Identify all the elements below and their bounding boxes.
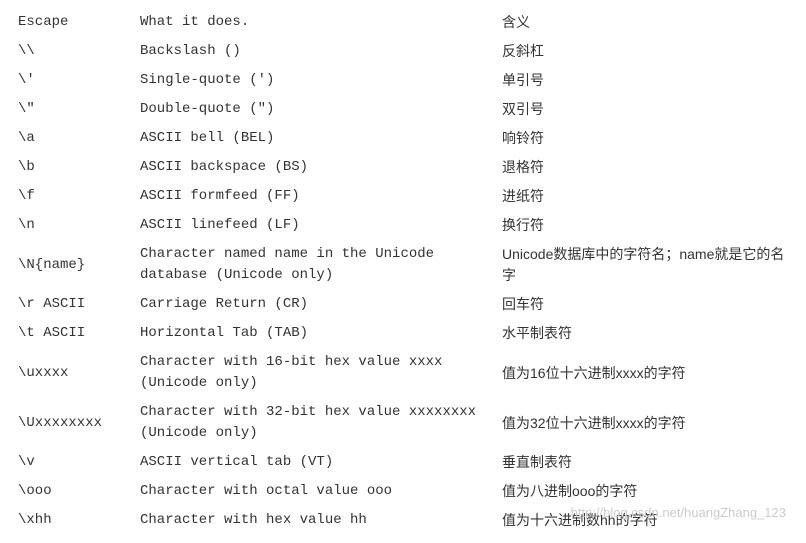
table-row: \t ASCII Horizontal Tab (TAB) 水平制表符 (12, 319, 794, 348)
cell-cn: 值为32位十六进制xxxx的字符 (496, 398, 794, 448)
cell-escape: \Uxxxxxxxx (12, 398, 134, 448)
cell-desc: Carriage Return (CR) (134, 290, 496, 319)
cell-cn: Unicode数据库中的字符名；name就是它的名字 (496, 240, 794, 290)
cell-cn: 值为八进制ooo的字符 (496, 477, 794, 506)
cell-escape: \a (12, 124, 134, 153)
cell-cn: 回车符 (496, 290, 794, 319)
cell-escape: \t ASCII (12, 319, 134, 348)
table-row: \" Double-quote (") 双引号 (12, 95, 794, 124)
cell-escape: \v (12, 448, 134, 477)
cell-desc: Character with hex value hh (134, 506, 496, 535)
table-row: \f ASCII formfeed (FF) 进纸符 (12, 182, 794, 211)
cell-cn: 值为16位十六进制xxxx的字符 (496, 348, 794, 398)
table-row: \a ASCII bell (BEL) 响铃符 (12, 124, 794, 153)
cell-cn: 垂直制表符 (496, 448, 794, 477)
cell-desc: Character named name in the Unicode data… (134, 240, 496, 290)
cell-cn: 反斜杠 (496, 37, 794, 66)
cell-desc: ASCII bell (BEL) (134, 124, 496, 153)
cell-cn: 换行符 (496, 211, 794, 240)
cell-escape: \N{name} (12, 240, 134, 290)
cell-cn: 响铃符 (496, 124, 794, 153)
cell-desc: ASCII vertical tab (VT) (134, 448, 496, 477)
table-row: \xhh Character with hex value hh 值为十六进制数… (12, 506, 794, 535)
cell-escape: \xhh (12, 506, 134, 535)
cell-cn: 进纸符 (496, 182, 794, 211)
table-row: \' Single-quote (') 单引号 (12, 66, 794, 95)
cell-desc: ASCII formfeed (FF) (134, 182, 496, 211)
table-row: \n ASCII linefeed (LF) 换行符 (12, 211, 794, 240)
cell-cn: 值为十六进制数hh的字符 (496, 506, 794, 535)
table-row: \ooo Character with octal value ooo 值为八进… (12, 477, 794, 506)
cell-escape: \f (12, 182, 134, 211)
cell-desc: Single-quote (') (134, 66, 496, 95)
table-row: \uxxxx Character with 16-bit hex value x… (12, 348, 794, 398)
table-header-row: Escape What it does. 含义 (12, 8, 794, 37)
cell-desc: Horizontal Tab (TAB) (134, 319, 496, 348)
cell-desc: Character with octal value ooo (134, 477, 496, 506)
cell-desc: ASCII linefeed (LF) (134, 211, 496, 240)
cell-escape: \\ (12, 37, 134, 66)
table-row: \r ASCII Carriage Return (CR) 回车符 (12, 290, 794, 319)
cell-desc: ASCII backspace (BS) (134, 153, 496, 182)
cell-escape: \b (12, 153, 134, 182)
table-row: \v ASCII vertical tab (VT) 垂直制表符 (12, 448, 794, 477)
cell-escape: \r ASCII (12, 290, 134, 319)
cell-desc: Character with 32-bit hex value xxxxxxxx… (134, 398, 496, 448)
cell-escape: \' (12, 66, 134, 95)
header-cn: 含义 (496, 8, 794, 37)
cell-escape: \uxxxx (12, 348, 134, 398)
table-row: \Uxxxxxxxx Character with 32-bit hex val… (12, 398, 794, 448)
cell-escape: \n (12, 211, 134, 240)
header-escape: Escape (12, 8, 134, 37)
cell-escape: \ooo (12, 477, 134, 506)
cell-cn: 双引号 (496, 95, 794, 124)
cell-desc: Double-quote (") (134, 95, 496, 124)
cell-desc: Character with 16-bit hex value xxxx (Un… (134, 348, 496, 398)
cell-escape: \" (12, 95, 134, 124)
table-row: \N{name} Character named name in the Uni… (12, 240, 794, 290)
cell-cn: 单引号 (496, 66, 794, 95)
header-desc: What it does. (134, 8, 496, 37)
table-row: \b ASCII backspace (BS) 退格符 (12, 153, 794, 182)
table-row: \\ Backslash () 反斜杠 (12, 37, 794, 66)
escape-table: Escape What it does. 含义 \\ Backslash () … (12, 8, 794, 535)
cell-cn: 水平制表符 (496, 319, 794, 348)
cell-cn: 退格符 (496, 153, 794, 182)
cell-desc: Backslash () (134, 37, 496, 66)
